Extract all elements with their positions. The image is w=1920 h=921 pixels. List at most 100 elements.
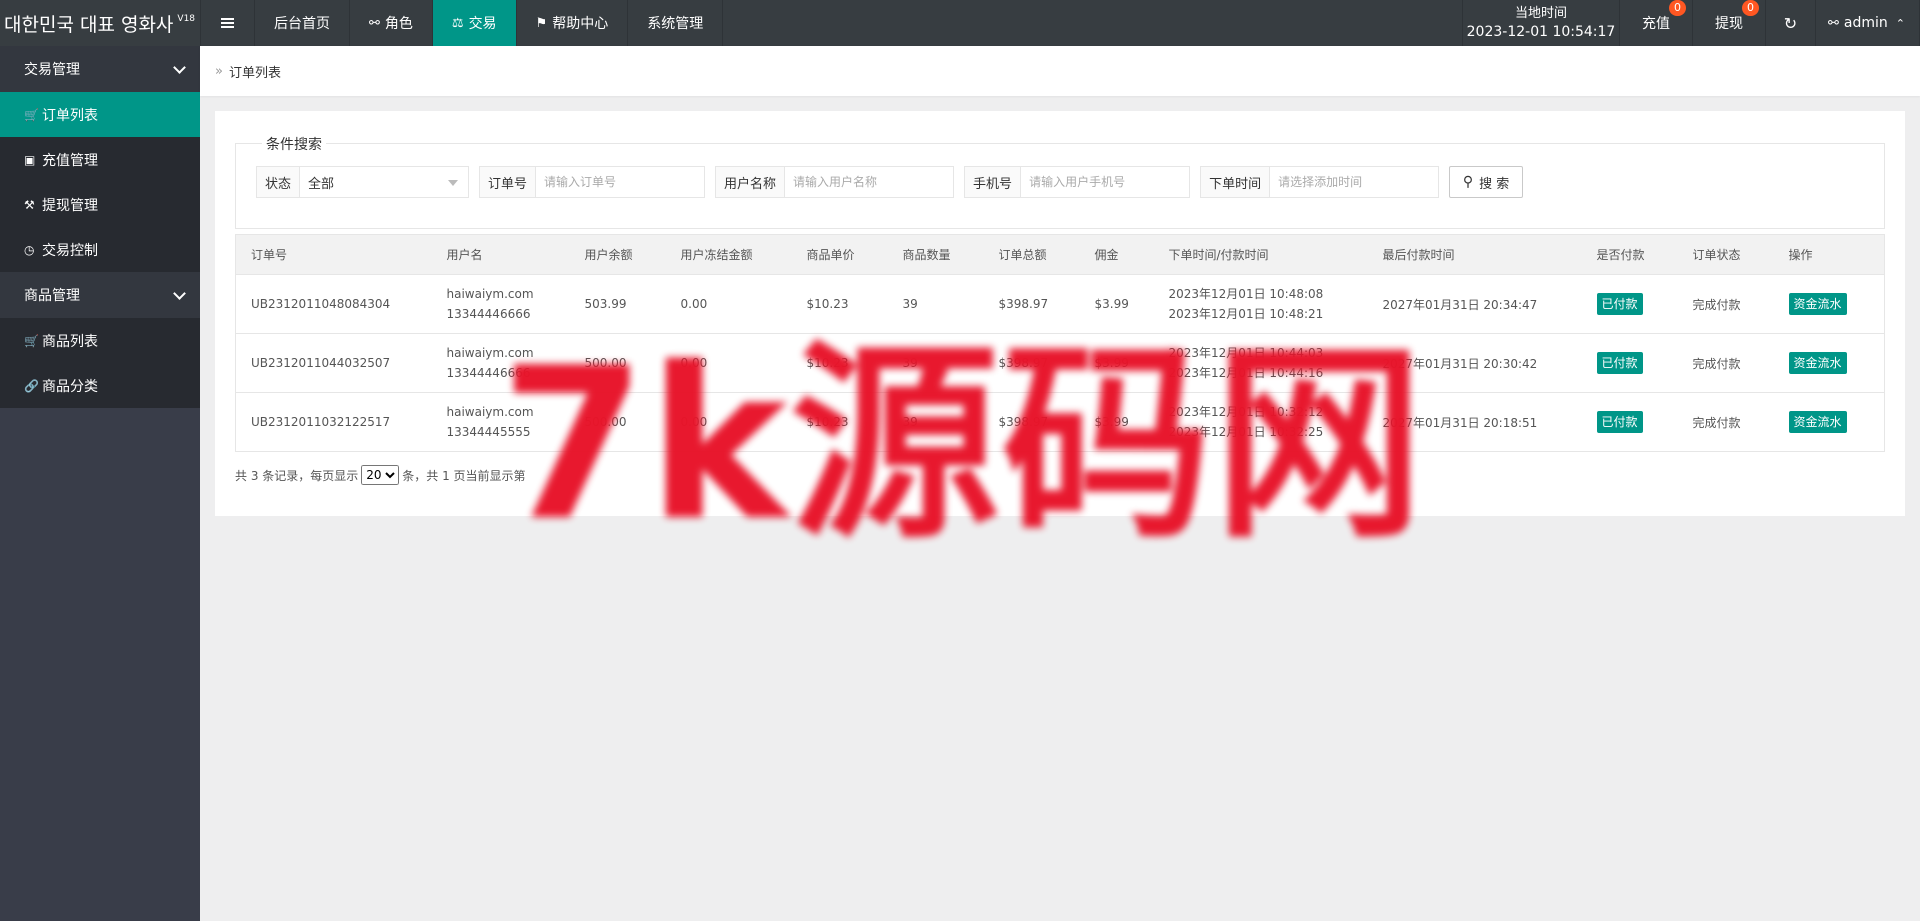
cell-action: 资金流水	[1773, 333, 1885, 393]
sidebar-item-order-list[interactable]: 🛒 订单列表	[0, 92, 200, 137]
order-time-filter: 下单时间	[1200, 166, 1440, 198]
cell-status: 完成付款	[1677, 392, 1774, 452]
paid-badge: 已付款	[1596, 293, 1643, 315]
brand-version: V18	[177, 14, 196, 24]
chevron-down-icon	[173, 287, 186, 300]
username-label: 用户名称	[716, 167, 786, 197]
nav-home[interactable]: 后台首页	[255, 0, 350, 46]
nav-trade[interactable]: ⚖ 交易	[432, 0, 517, 46]
search-button-label: 搜 索	[1479, 176, 1510, 192]
recharge-label: 充值	[1642, 16, 1670, 32]
order-no-input[interactable]	[536, 167, 705, 197]
sidebar: 交易管理 🛒 订单列表 ▣ 充值管理 ⚒ 提现管理 ◷ 交易控制 商品管理 🛒 …	[0, 46, 200, 921]
table-header-row: 订单号 用户名 用户余额 用户冻结金额 商品单价 商品数量 订单总额 佣金 下单…	[235, 234, 1885, 275]
nav-system[interactable]: 系统管理	[628, 0, 724, 46]
user-icon: ⚯	[369, 15, 380, 31]
refresh-icon: ↻	[1783, 13, 1798, 33]
refresh-button[interactable]: ↻	[1766, 0, 1816, 46]
col-qty: 商品数量	[887, 234, 984, 275]
fund-flow-button[interactable]: 资金流水	[1788, 411, 1847, 433]
col-paid: 是否付款	[1581, 234, 1678, 275]
cell-order-no: UB2312011032122517	[235, 392, 432, 452]
cell-paid: 已付款	[1581, 274, 1678, 334]
withdraw-label: 提现	[1715, 16, 1743, 32]
breadcrumb-current[interactable]: 订单列表	[229, 62, 281, 81]
order-time-input[interactable]	[1270, 167, 1439, 197]
phone-label: 手机号	[965, 167, 1022, 197]
nav-help-label: 帮助中心	[552, 16, 609, 32]
sidebar-group-label: 交易管理	[24, 62, 80, 78]
link-icon: 🔗	[24, 378, 39, 393]
page-size-select[interactable]: 20	[361, 465, 400, 485]
col-balance: 用户余额	[569, 234, 666, 275]
sidebar-group-goods[interactable]: 商品管理	[0, 272, 200, 318]
sidebar-submenu-goods: 🛒 商品列表 🔗 商品分类	[0, 318, 200, 408]
fund-flow-button[interactable]: 资金流水	[1788, 352, 1847, 374]
brand-logo[interactable]: 대한민국 대표 영화사 V18	[0, 0, 200, 46]
status-select[interactable]: 全部	[300, 167, 468, 197]
sidebar-item-recharge[interactable]: ▣ 充值管理	[0, 137, 200, 182]
sidebar-item-label: 提现管理	[42, 197, 98, 214]
order-no-label: 订单号	[480, 167, 537, 197]
search-icon: ⚲	[1462, 174, 1474, 190]
cart-icon: 🛒	[24, 107, 39, 122]
col-status: 订单状态	[1677, 234, 1774, 275]
paid-badge: 已付款	[1596, 352, 1643, 374]
col-commission: 佣金	[1079, 234, 1154, 275]
status-filter: 状态 全部	[256, 166, 470, 198]
order-time-label: 下单时间	[1201, 167, 1271, 197]
breadcrumb-separator-icon: »	[215, 63, 223, 79]
fund-flow-button[interactable]: 资金流水	[1788, 293, 1847, 315]
sidebar-item-label: 商品列表	[42, 333, 98, 350]
nav-role[interactable]: ⚯ 角色	[350, 0, 433, 46]
col-username: 用户名	[431, 234, 570, 275]
watermark-logo: 7k源码网	[500, 322, 1426, 567]
sidebar-item-goods-category[interactable]: 🔗 商品分类	[0, 363, 200, 408]
menu-toggle-button[interactable]	[200, 0, 255, 46]
cell-user-phone: 13344446666	[446, 307, 531, 321]
col-order-time: 下单时间/付款时间	[1153, 234, 1368, 275]
username-filter: 用户名称	[715, 166, 955, 198]
col-price: 商品单价	[791, 234, 888, 275]
sidebar-item-trade-control[interactable]: ◷ 交易控制	[0, 227, 200, 272]
chevron-down-icon	[173, 61, 186, 74]
local-clock: 当地时间 2023-12-01 10:54:17	[1462, 0, 1620, 46]
paid-badge: 已付款	[1596, 411, 1643, 433]
cell-pay-time: 2023年12月01日 10:48:21	[1168, 307, 1324, 321]
clock-value: 2023-12-01 10:54:17	[1466, 24, 1616, 40]
recharge-button[interactable]: 充值 0	[1620, 0, 1693, 46]
status-select-value: 全部	[308, 176, 335, 192]
sidebar-item-goods-list[interactable]: 🛒 商品列表	[0, 318, 200, 363]
chevron-up-icon: ⌃	[1895, 16, 1905, 30]
top-header: 대한민국 대표 영화사 V18 后台首页 ⚯ 角色 ⚖ 交易 ⚑ 帮助中心 系统…	[0, 0, 1920, 46]
col-total: 订单总额	[983, 234, 1080, 275]
nav-role-label: 角色	[384, 16, 413, 32]
status-label: 状态	[257, 167, 301, 197]
search-fieldset: 条件搜索 状态 全部 订单号 用户名称 手机号 下单	[235, 134, 1885, 229]
phone-input[interactable]	[1021, 167, 1190, 197]
gauge-icon: ◷	[24, 242, 35, 257]
order-no-filter: 订单号	[479, 166, 706, 198]
cell-paid: 已付款	[1581, 392, 1678, 452]
top-right-tools: 当地时间 2023-12-01 10:54:17 充值 0 提现 0 ↻ ⚯ a…	[1462, 0, 1920, 46]
top-nav: 后台首页 ⚯ 角色 ⚖ 交易 ⚑ 帮助中心 系统管理	[255, 0, 724, 46]
nav-help[interactable]: ⚑ 帮助中心	[517, 0, 629, 46]
cell-order-no: UB2312011048084304	[235, 274, 432, 334]
sidebar-item-label: 商品分类	[42, 378, 98, 395]
user-menu[interactable]: ⚯ admin ⌃	[1816, 0, 1920, 46]
sidebar-item-withdraw[interactable]: ⚒ 提现管理	[0, 182, 200, 227]
withdraw-button[interactable]: 提现 0	[1693, 0, 1766, 46]
caret-down-icon	[448, 180, 459, 186]
cell-user-name: haiwaiym.com	[446, 287, 534, 301]
user-icon: ⚯	[1828, 15, 1839, 31]
hamburger-icon	[221, 22, 234, 24]
breadcrumb: » 订单列表	[200, 46, 1920, 96]
cell-order-time: 2023年12月01日 10:48:08	[1168, 287, 1324, 301]
sidebar-item-label: 充值管理	[42, 152, 98, 169]
sidebar-group-trade[interactable]: 交易管理	[0, 46, 200, 92]
col-last-pay: 最后付款时间	[1367, 234, 1582, 275]
username-input[interactable]	[785, 167, 954, 197]
balance-icon: ⚖	[451, 15, 464, 31]
search-button[interactable]: ⚲ 搜 索	[1449, 166, 1524, 198]
nav-system-label: 系统管理	[647, 16, 704, 32]
